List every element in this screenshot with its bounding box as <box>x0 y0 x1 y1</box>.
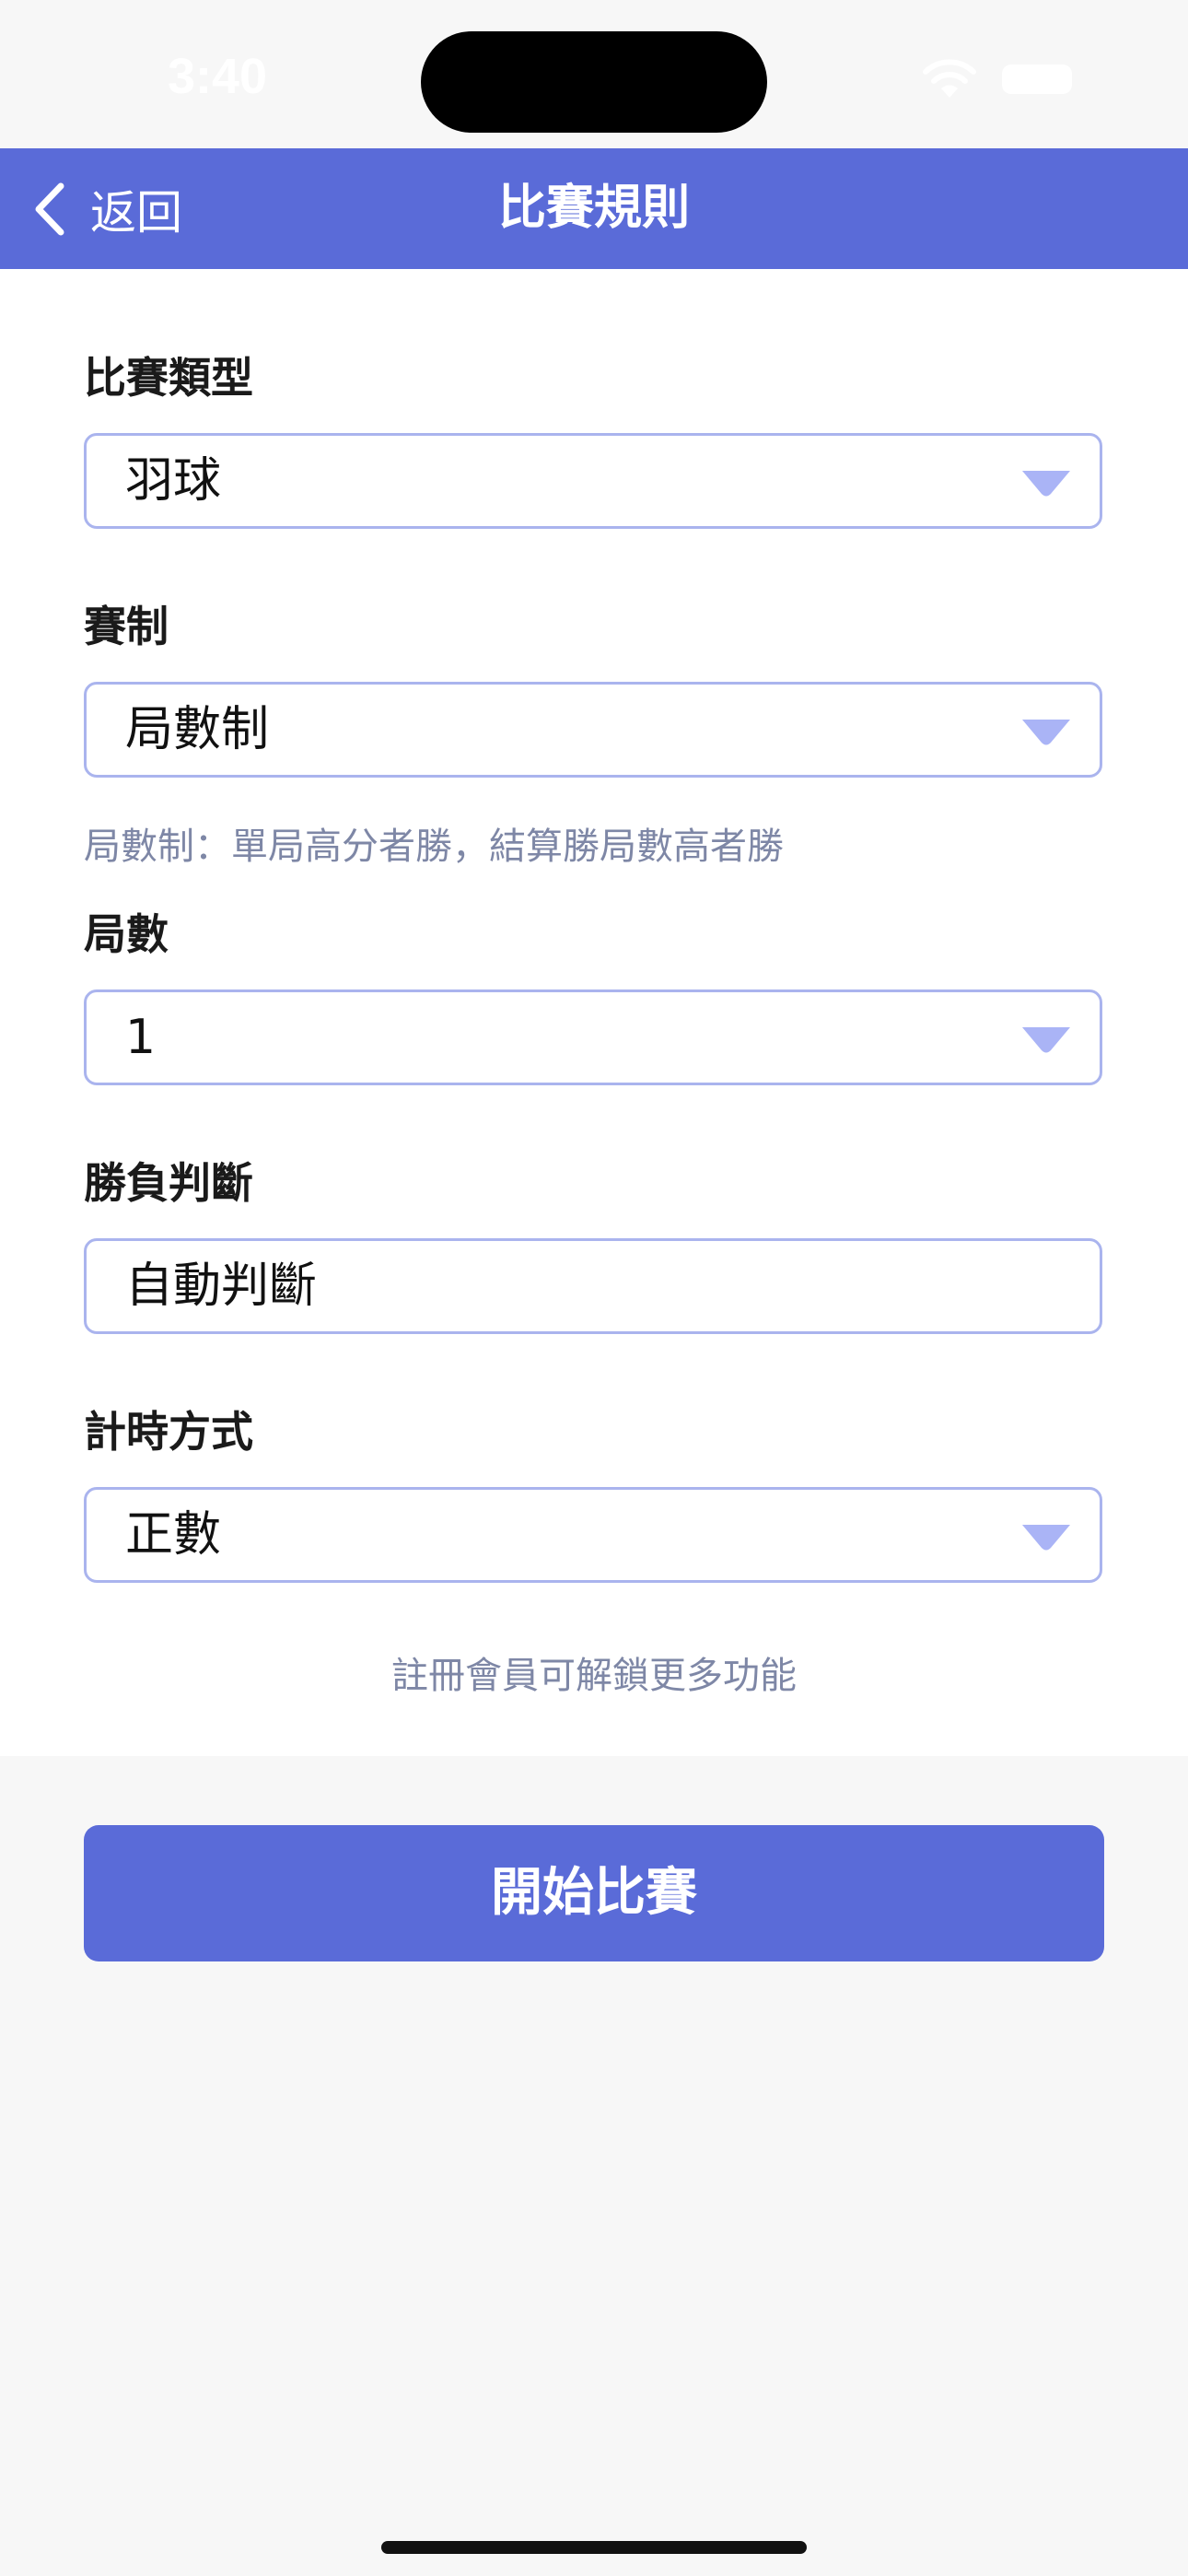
wifi-icon <box>923 59 976 98</box>
dynamic-island <box>421 31 767 133</box>
match-type-label: 比賽類型 <box>84 353 253 403</box>
timing-label: 計時方式 <box>84 1407 253 1457</box>
back-button[interactable]: 返回 <box>31 174 182 244</box>
sets-select[interactable]: 1 <box>84 989 1102 1085</box>
status-time: 3:40 <box>168 49 268 104</box>
start-match-button[interactable]: 開始比賽 <box>84 1825 1104 1961</box>
chevron-down-icon <box>1022 1027 1070 1053</box>
winner-decision-field[interactable]: 自動判斷 <box>84 1238 1102 1334</box>
match-type-select[interactable]: 羽球 <box>84 433 1102 529</box>
format-value: 局數制 <box>125 702 270 757</box>
sets-value: 1 <box>125 1010 157 1065</box>
member-note: 註冊會員可解鎖更多功能 <box>391 1655 797 1697</box>
back-label: 返回 <box>90 186 182 240</box>
format-helper-text: 局數制：單局高分者勝，結算勝局數高者勝 <box>84 825 784 868</box>
match-type-value: 羽球 <box>125 453 222 509</box>
format-label: 賽制 <box>84 602 169 651</box>
chevron-down-icon <box>1022 471 1070 497</box>
timing-select[interactable]: 正數 <box>84 1487 1102 1583</box>
sets-label: 局數 <box>84 909 169 959</box>
timing-value: 正數 <box>125 1507 222 1563</box>
chevron-left-icon <box>35 182 64 236</box>
status-bar: 3:40 <box>0 0 1188 148</box>
nav-bar: 返回 比賽規則 <box>0 148 1188 269</box>
battery-icon <box>1002 64 1072 94</box>
chevron-down-icon <box>1022 720 1070 745</box>
format-select[interactable]: 局數制 <box>84 682 1102 778</box>
home-indicator <box>381 2541 807 2554</box>
winner-decision-value: 自動判斷 <box>125 1259 318 1314</box>
chevron-down-icon <box>1022 1525 1070 1551</box>
form-panel: 比賽類型 羽球 賽制 局數制 局數制：單局高分者勝，結算勝局數高者勝 局數 1 … <box>0 269 1188 1756</box>
winner-decision-label: 勝負判斷 <box>84 1158 253 1208</box>
